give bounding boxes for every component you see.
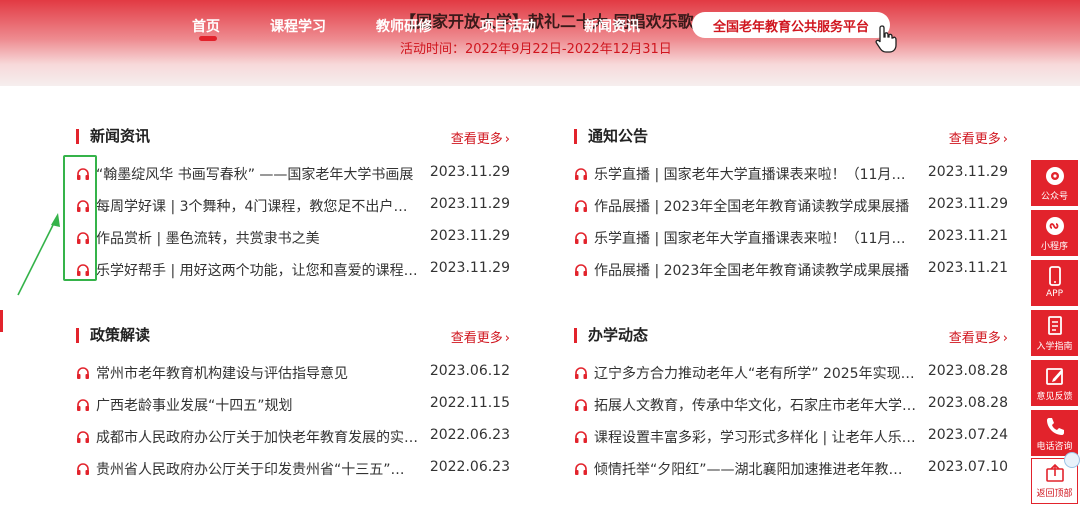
nav-home[interactable]: 首页 [192,16,220,36]
hand-cursor-icon [875,25,897,53]
nav-active-indicator [199,36,217,41]
view-more-link[interactable]: 查看更多 › [949,327,1008,346]
nav-news[interactable]: 新闻资讯 [584,16,640,36]
section-notice: 通知公告 查看更多 › 乐学直播 | 国家老年大学直播课表来啦！（11月第5周） … [574,127,1008,287]
sidebar-item-app[interactable]: APP [1031,260,1078,306]
sidebar-item-wechat-official[interactable]: 公众号 [1031,160,1078,206]
section-news: 新闻资讯 查看更多 › “翰墨绽风华 书画写春秋” ——国家老年大学书画展 202… [76,127,510,287]
mini-program-icon [1045,217,1064,235]
headphones-icon [575,264,587,276]
headphones-icon [77,431,89,443]
list-item[interactable]: 乐学直播 | 国家老年大学直播课表来啦！（11月第5周） 2023.11.29 [574,159,1008,191]
list-item[interactable]: “翰墨绽风华 书画写春秋” ——国家老年大学书画展 2023.11.29 [76,159,510,191]
headphones-icon [575,431,587,443]
nav-teacher-training[interactable]: 教师研修 [376,16,432,36]
translate-badge-icon[interactable] [1064,452,1080,468]
headphones-icon [575,200,587,212]
banner-title: 【国家开放大学】献礼二十大 同唱欢乐歌 [400,12,694,30]
section-title: 通知公告 [574,129,648,144]
list-item[interactable]: 拓展人文教育，传承中华文化，石家庄市老年大学开展活动 2023.08.28 [574,390,1008,422]
header-banner: 【国家开放大学】献礼二十大 同唱欢乐歌 首页 课程学习 教师研修 项目活动 新闻… [0,0,1080,86]
headphones-icon [575,367,587,379]
list-item[interactable]: 倾情托举“夕阳红”——湖北襄阳加速推进老年教育发展 2023.07.10 [574,454,1008,486]
chevron-right-icon: › [504,331,510,346]
list-item[interactable]: 作品赏析 | 墨色流转，共赏隶书之美 2023.11.29 [76,223,510,255]
view-more-link[interactable]: 查看更多 › [949,128,1008,147]
edge-marker [0,310,3,332]
section-title: 新闻资讯 [76,129,150,144]
chevron-right-icon: › [1002,331,1008,346]
sidebar-item-phone-consult[interactable]: 电话咨询 [1031,410,1078,456]
nav-course-learning[interactable]: 课程学习 [270,16,326,36]
list-item[interactable]: 作品展播 | 2023年全国老年教育诵读教学成果展播 2023.11.29 [574,191,1008,223]
list-item[interactable]: 广西老龄事业发展“十四五”规划 2022.11.15 [76,390,510,422]
headphones-icon [77,463,89,475]
list-item[interactable]: 贵州省人民政府办公厅关于印发贵州省“十三五”老年教育发展规划的通知 2022.0… [76,454,510,486]
section-school-dynamics: 办学动态 查看更多 › 辽宁多方合力推动老年人“老有所学” 2025年实现全覆盖 … [574,326,1008,486]
upload-arrow-icon [1045,463,1064,482]
banner-date: 活动时间：2022年9月22日-2022年12月31日 [400,42,672,57]
headphones-icon [77,399,89,411]
phone-app-icon [1048,266,1061,286]
list-item[interactable]: 课程设置丰富多彩，学习形式多样化 | 让老年人乐在其中 2023.07.24 [574,422,1008,454]
list-item[interactable]: 作品展播 | 2023年全国老年教育诵读教学成果展播 2023.11.21 [574,255,1008,287]
sidebar-item-admission-guide[interactable]: 入学指南 [1031,310,1078,356]
platform-button[interactable]: 全国老年教育公共服务平台 [692,12,890,38]
section-title: 政策解读 [76,328,150,343]
section-policy: 政策解读 查看更多 › 常州市老年教育机构建设与评估指导意见 2023.06.12… [76,326,510,486]
list-item[interactable]: 每周学好课 | 3个舞种，4门课程，教您足不出户学跳舞 2023.11.29 [76,191,510,223]
weibo-icon [1045,167,1064,185]
chevron-right-icon: › [504,132,510,147]
section-title: 办学动态 [574,328,648,343]
chevron-right-icon: › [1002,132,1008,147]
sidebar-item-feedback[interactable]: 意见反馈 [1031,360,1078,406]
headphones-icon [575,232,587,244]
list-item[interactable]: 辽宁多方合力推动老年人“老有所学” 2025年实现全覆盖 2023.08.28 [574,358,1008,390]
list-item[interactable]: 常州市老年教育机构建设与评估指导意见 2023.06.12 [76,358,510,390]
list-item[interactable]: 乐学直播 | 国家老年大学直播课表来啦！（11月第4周） 2023.11.21 [574,223,1008,255]
list-item[interactable]: 乐学好帮手 | 用好这两个功能，让您和喜爱的课程不再错过 2023.11.29 [76,255,510,287]
sidebar-item-mini-program[interactable]: 小程序 [1031,210,1078,256]
feedback-edit-icon [1045,368,1063,385]
view-more-link[interactable]: 查看更多 › [451,327,510,346]
list-item[interactable]: 成都市人民政府办公厅关于加快老年教育发展的实施意见 2022.06.23 [76,422,510,454]
guide-document-icon [1047,316,1062,335]
view-more-link[interactable]: 查看更多 › [451,128,510,147]
headphones-icon [575,399,587,411]
annotation-arrow-icon [17,213,60,296]
annotation-highlight-box [63,155,97,281]
telephone-icon [1046,418,1064,435]
nav-project-activity[interactable]: 项目活动 [480,16,536,36]
headphones-icon [575,168,587,180]
headphones-icon [77,367,89,379]
headphones-icon [575,463,587,475]
